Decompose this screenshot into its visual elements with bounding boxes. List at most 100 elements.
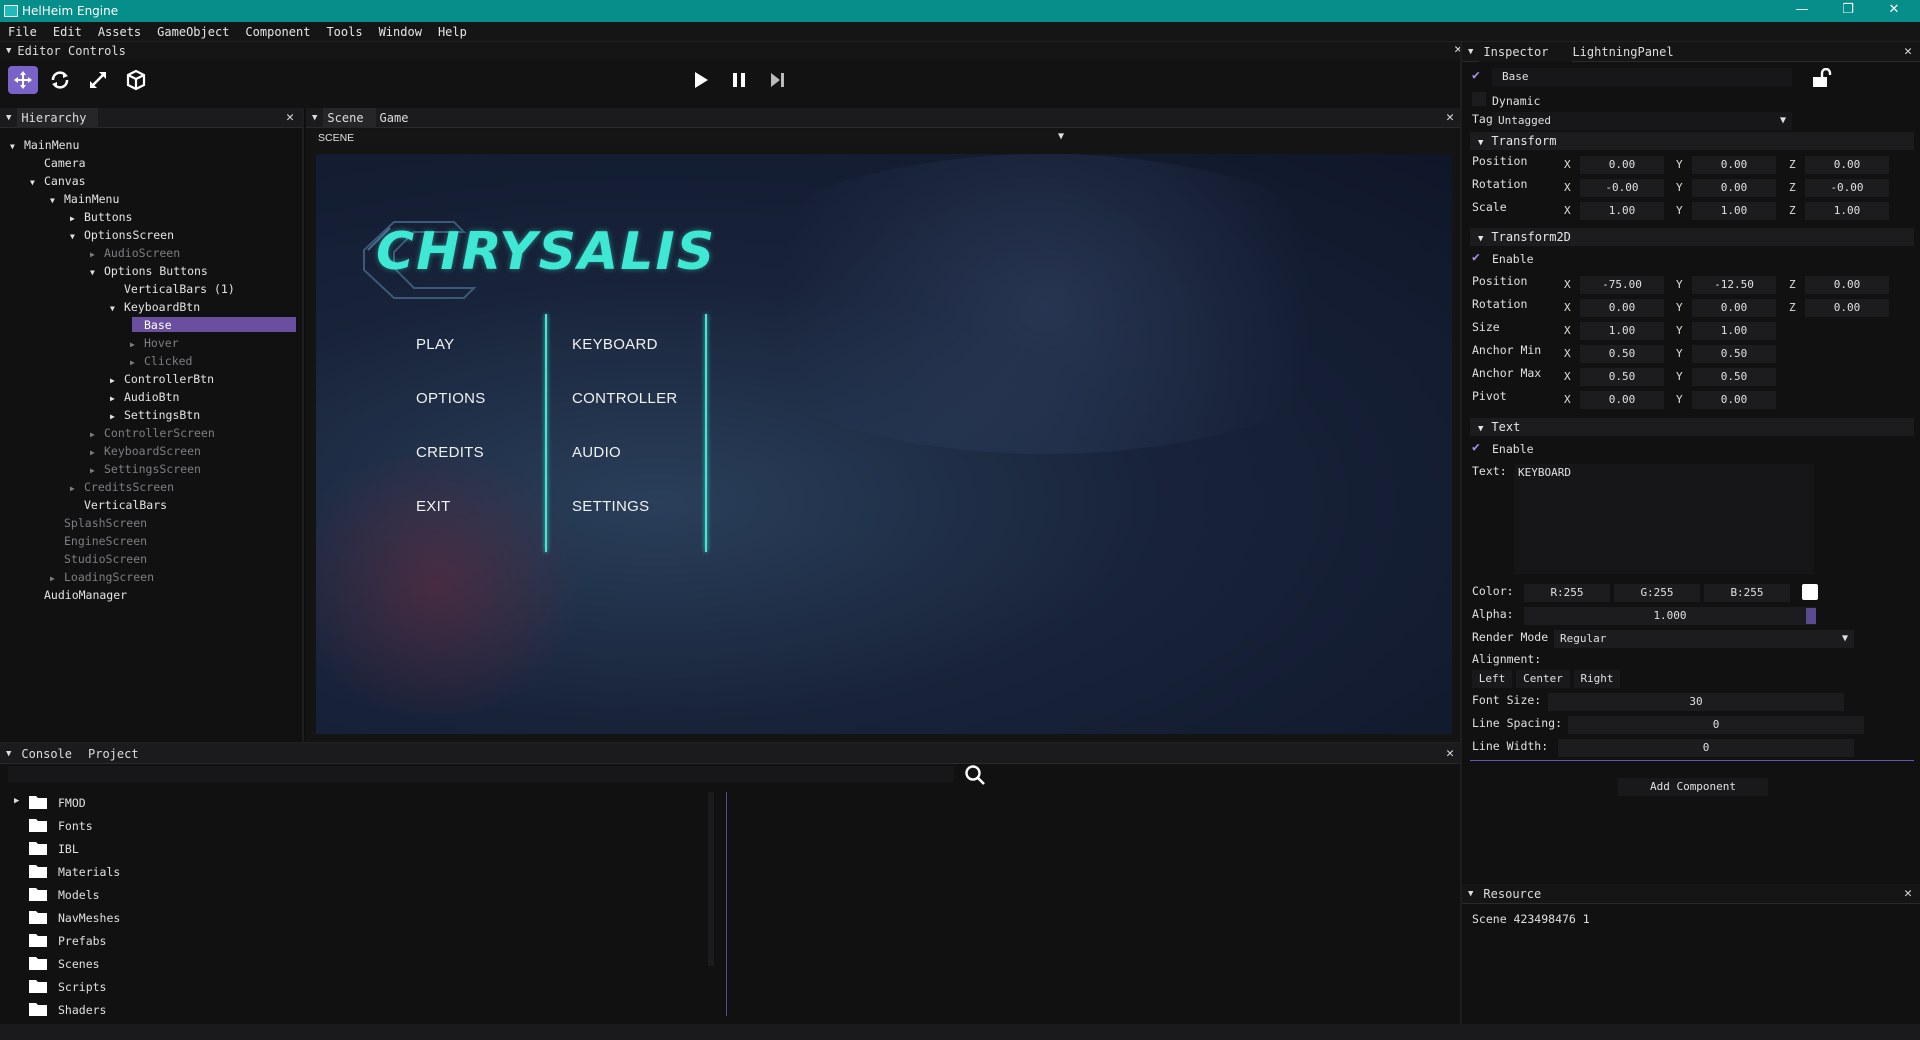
z-value-field[interactable]: 0.00: [1805, 276, 1889, 294]
collapse-arrow-icon[interactable]: ▼: [50, 196, 58, 205]
hierarchy-item[interactable]: ▼ MainMenu: [50, 192, 119, 206]
folder-icon[interactable]: [28, 1001, 48, 1017]
tab-hierarchy[interactable]: Hierarchy: [17, 107, 99, 128]
tab-resource[interactable]: Resource: [1479, 884, 1553, 904]
color-g-field[interactable]: G:255: [1614, 584, 1700, 602]
close-button[interactable]: ✕: [1872, 0, 1916, 22]
y-value-field[interactable]: 1.00: [1692, 322, 1776, 340]
menu-assets[interactable]: Assets: [90, 25, 149, 39]
hierarchy-item[interactable]: ▶ AudioBtn: [110, 390, 179, 404]
menu-settings[interactable]: SETTINGS: [572, 498, 649, 515]
menu-keyboard[interactable]: KEYBOARD: [572, 336, 658, 353]
y-value-field[interactable]: 0.00: [1692, 299, 1776, 317]
tab-project[interactable]: Project: [84, 744, 151, 764]
folder-icon[interactable]: [28, 794, 48, 810]
menu-edit[interactable]: Edit: [45, 25, 90, 39]
color-swatch[interactable]: [1802, 584, 1818, 600]
y-value-field[interactable]: 0.50: [1692, 368, 1776, 386]
folder-icon[interactable]: [28, 932, 48, 948]
expand-arrow-icon[interactable]: ▶: [50, 574, 58, 583]
collapse-icon[interactable]: ▼: [312, 113, 317, 123]
collapse-icon[interactable]: ▼: [6, 749, 11, 759]
hierarchy-item[interactable]: ▶ SettingsBtn: [110, 408, 200, 422]
collapse-arrow-icon[interactable]: ▼: [70, 232, 78, 241]
close-icon[interactable]: ✕: [1904, 44, 1912, 59]
x-value-field[interactable]: 1.00: [1580, 322, 1664, 340]
lock-icon[interactable]: [1810, 68, 1834, 88]
cube-tool-button[interactable]: [121, 66, 151, 94]
menu-help[interactable]: Help: [430, 25, 475, 39]
folder-label[interactable]: Scenes: [58, 957, 100, 971]
x-value-field[interactable]: -75.00: [1580, 276, 1664, 294]
color-r-field[interactable]: R:255: [1524, 584, 1610, 602]
collapse-arrow-icon[interactable]: ▼: [110, 304, 118, 313]
z-value-field[interactable]: 1.00: [1805, 202, 1889, 220]
folder-icon[interactable]: [28, 886, 48, 902]
tag-dropdown[interactable]: Untagged ▼: [1492, 112, 1792, 130]
transform2d-section-header[interactable]: ▼ Transform2D: [1470, 228, 1914, 246]
expand-arrow-icon[interactable]: ▶: [90, 430, 98, 439]
menu-exit[interactable]: EXIT: [416, 498, 451, 515]
z-value-field[interactable]: -0.00: [1805, 179, 1889, 197]
folder-icon[interactable]: [28, 978, 48, 994]
y-value-field[interactable]: 1.00: [1692, 202, 1776, 220]
hierarchy-item[interactable]: ▶ Hover: [130, 336, 179, 350]
expand-arrow-icon[interactable]: ▶: [90, 448, 98, 457]
folder-label[interactable]: Scripts: [58, 980, 106, 994]
scale-tool-button[interactable]: [83, 66, 113, 94]
folder-icon[interactable]: [28, 863, 48, 879]
alpha-slider-handle[interactable]: [1806, 608, 1816, 624]
folder-icon[interactable]: [28, 817, 48, 833]
folder-label[interactable]: Prefabs: [58, 934, 106, 948]
hierarchy-item[interactable]: ▶ Clicked: [130, 354, 192, 368]
hierarchy-item[interactable]: ▶ ControllerBtn: [110, 372, 214, 386]
render-mode-dropdown[interactable]: Regular ▼: [1554, 630, 1854, 648]
x-value-field[interactable]: 0.00: [1580, 391, 1664, 409]
menu-credits[interactable]: CREDITS: [416, 444, 484, 461]
hierarchy-item[interactable]: ▶ Buttons: [70, 210, 132, 224]
folder-label[interactable]: Models: [58, 888, 100, 902]
hierarchy-item[interactable]: VerticalBars: [70, 498, 167, 512]
x-value-field[interactable]: 1.00: [1580, 202, 1664, 220]
hierarchy-item[interactable]: VerticalBars (1): [110, 282, 235, 296]
menu-component[interactable]: Component: [237, 25, 318, 39]
folder-label[interactable]: IBL: [58, 842, 79, 856]
menu-window[interactable]: Window: [371, 25, 430, 39]
menu-gameobject[interactable]: GameObject: [149, 25, 237, 39]
chevron-down-icon[interactable]: ▼: [1058, 131, 1064, 142]
expand-arrow-icon[interactable]: ▶: [110, 412, 118, 421]
add-component-button[interactable]: Add Component: [1618, 778, 1768, 796]
expand-icon[interactable]: ▶: [14, 796, 19, 806]
expand-arrow-icon[interactable]: ▶: [110, 394, 118, 403]
expand-arrow-icon[interactable]: ▶: [130, 340, 138, 349]
hierarchy-item[interactable]: ▶ LoadingScreen: [50, 570, 154, 584]
pause-button[interactable]: [724, 66, 754, 94]
folder-label[interactable]: NavMeshes: [58, 911, 120, 925]
hierarchy-item[interactable]: StudioScreen: [50, 552, 147, 566]
folder-icon[interactable]: [28, 955, 48, 971]
y-value-field[interactable]: -12.50: [1692, 276, 1776, 294]
expand-arrow-icon[interactable]: ▶: [90, 466, 98, 475]
search-icon[interactable]: [964, 764, 986, 786]
collapse-icon[interactable]: ▼: [1468, 47, 1473, 57]
restore-button[interactable]: ❐: [1826, 0, 1870, 22]
tab-scene[interactable]: Scene: [323, 107, 376, 128]
tab-inspector[interactable]: Inspector: [1479, 41, 1573, 62]
text-enable-checkbox[interactable]: ✔: [1472, 440, 1480, 455]
hierarchy-item[interactable]: ▼ OptionsScreen: [70, 228, 174, 242]
hierarchy-item[interactable]: ▶ KeyboardScreen: [90, 444, 201, 458]
expand-arrow-icon[interactable]: ▶: [130, 358, 138, 367]
x-value-field[interactable]: -0.00: [1580, 179, 1664, 197]
x-value-field[interactable]: 0.50: [1580, 368, 1664, 386]
scrollbar[interactable]: [708, 792, 714, 966]
folder-label[interactable]: Fonts: [58, 819, 93, 833]
close-icon[interactable]: ✕: [1446, 110, 1454, 125]
x-value-field[interactable]: 0.00: [1580, 156, 1664, 174]
folder-icon[interactable]: [28, 909, 48, 925]
collapse-arrow-icon[interactable]: ▼: [90, 268, 98, 277]
menu-options[interactable]: OPTIONS: [416, 390, 486, 407]
splitter[interactable]: [726, 792, 727, 1016]
rotate-tool-button[interactable]: [45, 66, 75, 94]
menu-controller[interactable]: CONTROLLER: [572, 390, 678, 407]
close-icon[interactable]: ✕: [1904, 886, 1912, 901]
